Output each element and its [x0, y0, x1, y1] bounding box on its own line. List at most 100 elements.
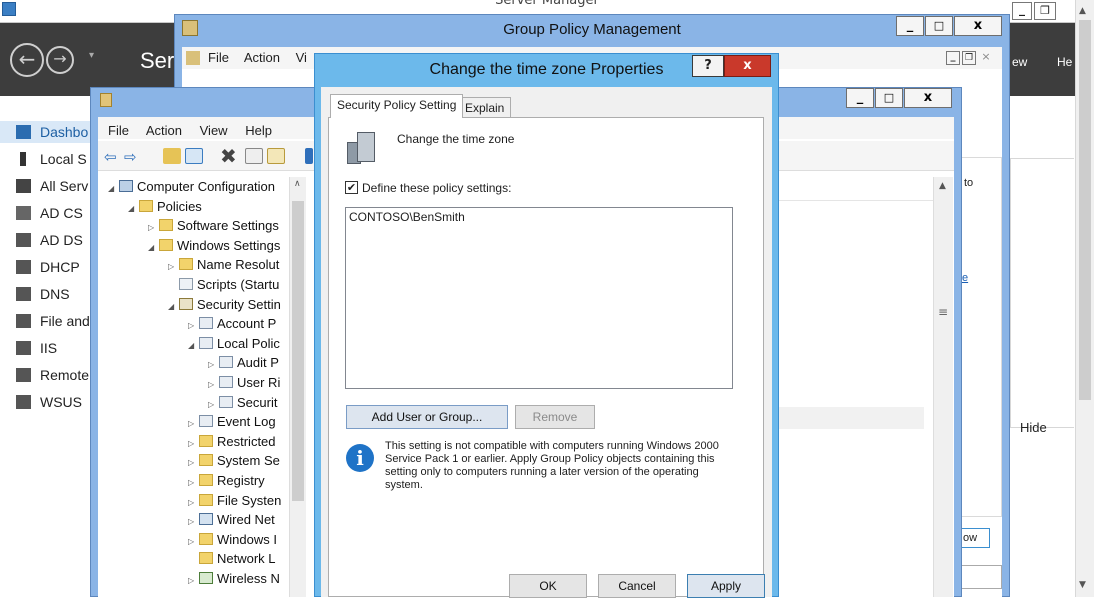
gpe-close-button[interactable]: x	[904, 88, 952, 108]
sidebar-item-dhcp[interactable]: DHCP	[0, 256, 95, 278]
sidebar-item-remote-access[interactable]: Remote	[0, 364, 95, 386]
hide-link[interactable]: Hide	[1020, 420, 1047, 435]
details-scroll-grip-icon[interactable]: ≡	[938, 305, 948, 319]
tree-scroll-thumb[interactable]	[292, 201, 304, 501]
tree-item[interactable]: ▷ Wired Net	[188, 510, 275, 530]
sidebar-item-local-server[interactable]: Local S	[0, 148, 95, 170]
tree-item[interactable]: ▷ Wireless N	[188, 569, 280, 589]
gpm-menu-view[interactable]: Vi	[296, 50, 307, 65]
gpm-maximize-button[interactable]: □	[925, 16, 953, 36]
tab-explain[interactable]: Explain	[458, 97, 512, 118]
sidebar-item-iis[interactable]: IIS	[0, 337, 95, 359]
scroll-up-icon[interactable]: ▲	[1079, 6, 1086, 16]
gpm-link-fragment[interactable]: e	[962, 272, 968, 284]
sm-restore-button[interactable]: ❐	[1034, 2, 1056, 20]
back-arrow-icon[interactable]: ←	[10, 43, 44, 77]
gpm-close-button[interactable]: x	[954, 16, 1002, 36]
export-list-icon[interactable]	[267, 148, 285, 164]
up-folder-icon[interactable]	[163, 148, 181, 164]
properties-icon[interactable]	[245, 148, 263, 164]
expanded-chevron-icon[interactable]: ◢	[168, 297, 177, 317]
scroll-down-icon[interactable]: ▼	[1079, 580, 1086, 590]
gpm-menu-action[interactable]: Action	[244, 50, 280, 65]
view-menu-fragment[interactable]: ew	[1012, 55, 1027, 69]
tree-item[interactable]: ▷ Windows I	[188, 530, 277, 550]
help-menu-fragment[interactable]: He	[1057, 55, 1072, 69]
nav-dropdown-icon[interactable]: ▾	[89, 50, 94, 61]
server-manager-scrollbar[interactable]: ▲ ▼	[1075, 0, 1094, 597]
dialog-close-button[interactable]: x	[724, 55, 771, 77]
expanded-chevron-icon[interactable]: ◢	[188, 336, 197, 356]
forward-icon[interactable]: ⇨	[124, 148, 137, 166]
help-icon[interactable]	[305, 148, 313, 164]
expanded-chevron-icon[interactable]: ◢	[148, 238, 157, 258]
gpm-child-minimize[interactable]: _	[946, 51, 960, 65]
gpe-minimize-button[interactable]: _	[846, 88, 874, 108]
sidebar-item-dashboard[interactable]: Dashbo	[0, 121, 95, 143]
tab-security-policy-setting[interactable]: Security Policy Setting	[330, 94, 464, 118]
tree-item[interactable]: ▷ User Ri	[208, 373, 280, 393]
gpe-tree-scrollbar[interactable]: ∧	[289, 177, 306, 597]
dialog-help-button[interactable]: ?	[692, 55, 724, 77]
show-hide-tree-icon[interactable]	[185, 148, 203, 164]
tree-item[interactable]: ▷ Restricted	[188, 432, 276, 452]
tree-item[interactable]: ▷ System Se	[188, 451, 280, 471]
apply-button[interactable]: Apply	[687, 574, 765, 598]
gpm-child-close[interactable]: ×	[979, 51, 993, 65]
sm-minimize-button[interactable]: _	[1012, 2, 1032, 20]
gpe-menu-action[interactable]: Action	[146, 123, 182, 138]
collapsed-chevron-icon[interactable]: ▷	[188, 571, 197, 591]
delete-icon[interactable]: ✖	[220, 144, 237, 168]
scroll-thumb[interactable]	[1079, 20, 1091, 400]
tree-item[interactable]: ◢ Policies	[128, 197, 202, 217]
tree-item[interactable]: ▷ Audit P	[208, 353, 279, 373]
cancel-button[interactable]: Cancel	[598, 574, 676, 598]
gpm-minimize-button[interactable]: _	[896, 16, 924, 36]
tree-item[interactable]: ◢ Computer Configuration	[108, 177, 275, 197]
members-listbox[interactable]: CONTOSO\BenSmith	[345, 207, 733, 389]
expanded-chevron-icon[interactable]: ◢	[108, 179, 117, 199]
sidebar-item-all-servers[interactable]: All Serv	[0, 175, 95, 197]
tree-item-label: System Se	[217, 453, 280, 469]
tree-item[interactable]: ▷ Securit	[208, 393, 277, 413]
sidebar-item-ad-ds[interactable]: AD DS	[0, 229, 95, 251]
expanded-chevron-icon[interactable]: ◢	[128, 199, 137, 219]
tree-item[interactable]: ▷ Event Log	[188, 412, 276, 432]
tree-item[interactable]: ◢ Windows Settings	[148, 236, 280, 256]
add-user-or-group-button[interactable]: Add User or Group...	[346, 405, 508, 429]
gpe-menu-help[interactable]: Help	[245, 123, 272, 138]
sidebar-item-ad-cs[interactable]: AD CS	[0, 202, 95, 224]
tree-item[interactable]: Scripts (Startu	[168, 275, 279, 295]
tree-item[interactable]: ▷ Software Settings	[148, 216, 279, 236]
tree-item[interactable]: ▷ File Systen	[188, 491, 281, 511]
gpm-child-restore[interactable]: ❐	[962, 51, 976, 65]
remove-button[interactable]: Remove	[515, 405, 595, 429]
gpe-menu-file[interactable]: File	[108, 123, 129, 138]
sidebar-item-dns[interactable]: DNS	[0, 283, 95, 305]
gpm-field-fragment[interactable]	[960, 565, 1002, 589]
tree-item[interactable]: ◢ Security Settin	[168, 295, 281, 315]
details-scrollbar[interactable]: ▲ ≡	[933, 177, 953, 597]
forward-arrow-icon[interactable]: →	[46, 46, 74, 74]
gpm-menu-file[interactable]: File	[208, 50, 229, 65]
tree-scroll-up-icon[interactable]: ∧	[294, 179, 301, 189]
folder-icon	[139, 199, 153, 212]
sidebar-item-label: AD CS	[40, 205, 83, 221]
details-selected-row[interactable]	[778, 407, 924, 429]
gpe-maximize-button[interactable]: □	[875, 88, 903, 108]
details-scroll-up-icon[interactable]: ▲	[939, 181, 946, 191]
sidebar-item-file-services[interactable]: File and	[0, 310, 95, 332]
ok-button[interactable]: OK	[509, 574, 587, 598]
member-item[interactable]: CONTOSO\BenSmith	[349, 210, 465, 224]
back-icon[interactable]: ⇦	[104, 148, 117, 166]
tree-item[interactable]: ◢ Local Polic	[188, 334, 280, 354]
tree-item[interactable]: Network L	[188, 549, 276, 569]
tree-item[interactable]: ▷ Name Resolut	[168, 255, 279, 275]
tree-item[interactable]: ▷ Registry	[188, 471, 265, 491]
all-servers-icon	[16, 179, 31, 193]
sidebar-item-wsus[interactable]: WSUS	[0, 391, 95, 413]
gpm-show-button-fragment[interactable]: ow	[960, 528, 990, 548]
define-settings-checkbox[interactable]: ✔	[345, 181, 358, 194]
gpe-menu-view[interactable]: View	[200, 123, 228, 138]
tree-item[interactable]: ▷ Account P	[188, 314, 276, 334]
